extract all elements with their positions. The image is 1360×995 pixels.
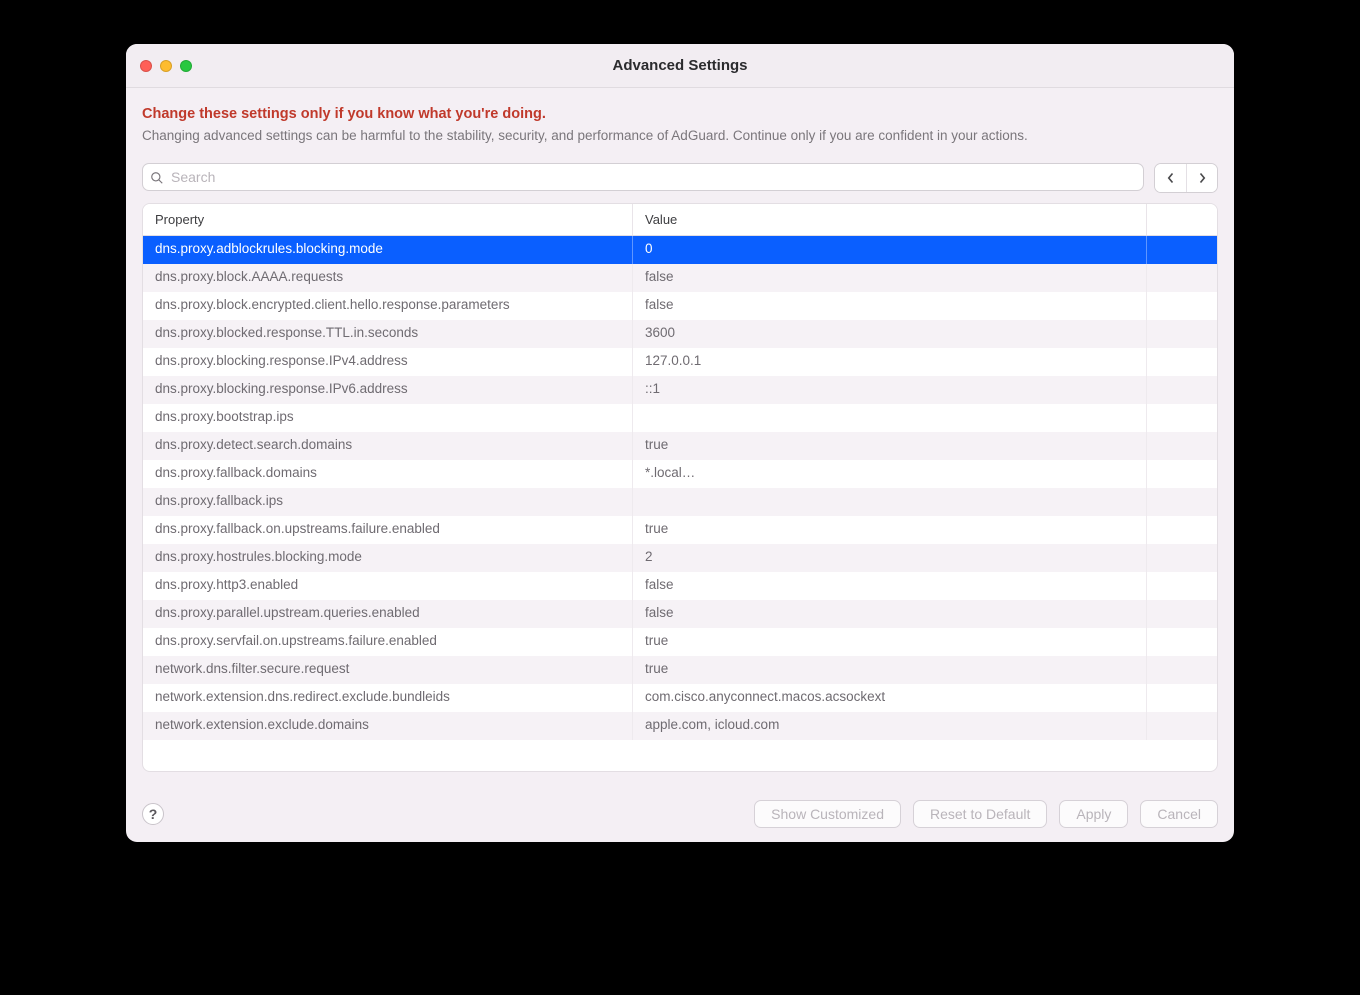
table-row[interactable]: dns.proxy.blocking.response.IPv6.address… xyxy=(143,376,1217,404)
cell-spacer xyxy=(1147,320,1217,348)
cell-property: network.extension.exclude.domains xyxy=(143,712,633,740)
cell-spacer xyxy=(1147,264,1217,292)
table-row[interactable]: network.dns.filter.secure.requesttrue xyxy=(143,656,1217,684)
cell-spacer xyxy=(1147,684,1217,712)
table-row[interactable]: dns.proxy.fallback.ips xyxy=(143,488,1217,516)
header-value[interactable]: Value xyxy=(633,204,1147,235)
cell-property: dns.proxy.http3.enabled xyxy=(143,572,633,600)
table-body: dns.proxy.adblockrules.blocking.mode0dns… xyxy=(143,236,1217,740)
cell-value: com.cisco.anyconnect.macos.acsockext xyxy=(633,684,1147,712)
cell-spacer xyxy=(1147,292,1217,320)
cell-spacer xyxy=(1147,376,1217,404)
table-header: Property Value xyxy=(143,204,1217,236)
cell-spacer xyxy=(1147,544,1217,572)
cell-spacer xyxy=(1147,348,1217,376)
cell-value: 3600 xyxy=(633,320,1147,348)
cell-value: true xyxy=(633,628,1147,656)
cell-spacer xyxy=(1147,432,1217,460)
cell-spacer xyxy=(1147,656,1217,684)
cell-property: dns.proxy.adblockrules.blocking.mode xyxy=(143,236,633,264)
cell-property: dns.proxy.blocking.response.IPv4.address xyxy=(143,348,633,376)
titlebar: Advanced Settings xyxy=(126,44,1234,88)
search-icon xyxy=(150,171,164,185)
table-row[interactable]: dns.proxy.http3.enabledfalse xyxy=(143,572,1217,600)
cell-value: true xyxy=(633,432,1147,460)
header-spacer xyxy=(1147,204,1217,235)
cancel-button[interactable]: Cancel xyxy=(1140,800,1218,828)
table-row[interactable]: dns.proxy.adblockrules.blocking.mode0 xyxy=(143,236,1217,264)
cell-spacer xyxy=(1147,572,1217,600)
cell-value xyxy=(633,488,1147,516)
help-button[interactable]: ? xyxy=(142,803,164,825)
nav-back-button[interactable] xyxy=(1155,164,1186,192)
cell-value: false xyxy=(633,600,1147,628)
chevron-right-icon xyxy=(1197,172,1207,184)
cell-property: network.dns.filter.secure.request xyxy=(143,656,633,684)
cell-value: false xyxy=(633,572,1147,600)
cell-property: dns.proxy.fallback.ips xyxy=(143,488,633,516)
chevron-left-icon xyxy=(1166,172,1176,184)
table-row[interactable]: dns.proxy.parallel.upstream.queries.enab… xyxy=(143,600,1217,628)
cell-property: dns.proxy.hostrules.blocking.mode xyxy=(143,544,633,572)
cell-value: true xyxy=(633,516,1147,544)
table-row[interactable]: dns.proxy.servfail.on.upstreams.failure.… xyxy=(143,628,1217,656)
table-row[interactable]: dns.proxy.fallback.domains*.local… xyxy=(143,460,1217,488)
cell-value: 0 xyxy=(633,236,1147,264)
cell-property: dns.proxy.blocking.response.IPv6.address xyxy=(143,376,633,404)
table-row[interactable]: dns.proxy.blocked.response.TTL.in.second… xyxy=(143,320,1217,348)
table-row[interactable]: dns.proxy.block.AAAA.requestsfalse xyxy=(143,264,1217,292)
cell-value: apple.com, icloud.com xyxy=(633,712,1147,740)
settings-window: Advanced Settings Change these settings … xyxy=(126,44,1234,842)
warning-subtitle: Changing advanced settings can be harmfu… xyxy=(142,128,1218,143)
table-row[interactable]: dns.proxy.block.encrypted.client.hello.r… xyxy=(143,292,1217,320)
apply-button[interactable]: Apply xyxy=(1059,800,1128,828)
cell-value xyxy=(633,404,1147,432)
cell-value: false xyxy=(633,292,1147,320)
warning-title: Change these settings only if you know w… xyxy=(142,106,1218,122)
content-area: Change these settings only if you know w… xyxy=(126,88,1234,786)
cell-value: true xyxy=(633,656,1147,684)
cell-property: dns.proxy.fallback.on.upstreams.failure.… xyxy=(143,516,633,544)
table-row[interactable]: network.extension.exclude.domainsapple.c… xyxy=(143,712,1217,740)
cell-spacer xyxy=(1147,628,1217,656)
cell-property: dns.proxy.block.encrypted.client.hello.r… xyxy=(143,292,633,320)
cell-value: false xyxy=(633,264,1147,292)
table-row[interactable]: dns.proxy.bootstrap.ips xyxy=(143,404,1217,432)
table-row[interactable]: dns.proxy.detect.search.domainstrue xyxy=(143,432,1217,460)
cell-spacer xyxy=(1147,404,1217,432)
cell-spacer xyxy=(1147,236,1217,264)
cell-spacer xyxy=(1147,460,1217,488)
table-row[interactable]: dns.proxy.blocking.response.IPv4.address… xyxy=(143,348,1217,376)
cell-spacer xyxy=(1147,600,1217,628)
search-field-wrap xyxy=(142,163,1144,193)
window-title: Advanced Settings xyxy=(126,57,1234,74)
show-customized-button[interactable]: Show Customized xyxy=(754,800,901,828)
table-row[interactable]: network.extension.dns.redirect.exclude.b… xyxy=(143,684,1217,712)
reset-default-button[interactable]: Reset to Default xyxy=(913,800,1047,828)
table-row[interactable]: dns.proxy.hostrules.blocking.mode2 xyxy=(143,544,1217,572)
nav-forward-button[interactable] xyxy=(1186,164,1217,192)
settings-table: Property Value dns.proxy.adblockrules.bl… xyxy=(142,203,1218,772)
cell-value: 2 xyxy=(633,544,1147,572)
cell-property: dns.proxy.blocked.response.TTL.in.second… xyxy=(143,320,633,348)
cell-property: dns.proxy.parallel.upstream.queries.enab… xyxy=(143,600,633,628)
cell-property: dns.proxy.detect.search.domains xyxy=(143,432,633,460)
footer: ? Show Customized Reset to Default Apply… xyxy=(126,786,1234,842)
cell-spacer xyxy=(1147,488,1217,516)
table-row[interactable]: dns.proxy.fallback.on.upstreams.failure.… xyxy=(143,516,1217,544)
search-input[interactable] xyxy=(142,163,1144,191)
cell-property: dns.proxy.fallback.domains xyxy=(143,460,633,488)
cell-value: ::1 xyxy=(633,376,1147,404)
toolbar xyxy=(142,163,1218,193)
cell-property: dns.proxy.block.AAAA.requests xyxy=(143,264,633,292)
cell-property: network.extension.dns.redirect.exclude.b… xyxy=(143,684,633,712)
history-nav xyxy=(1154,163,1218,193)
cell-property: dns.proxy.bootstrap.ips xyxy=(143,404,633,432)
cell-value: 127.0.0.1 xyxy=(633,348,1147,376)
cell-spacer xyxy=(1147,712,1217,740)
cell-spacer xyxy=(1147,516,1217,544)
header-property[interactable]: Property xyxy=(143,204,633,235)
cell-value: *.local… xyxy=(633,460,1147,488)
cell-property: dns.proxy.servfail.on.upstreams.failure.… xyxy=(143,628,633,656)
